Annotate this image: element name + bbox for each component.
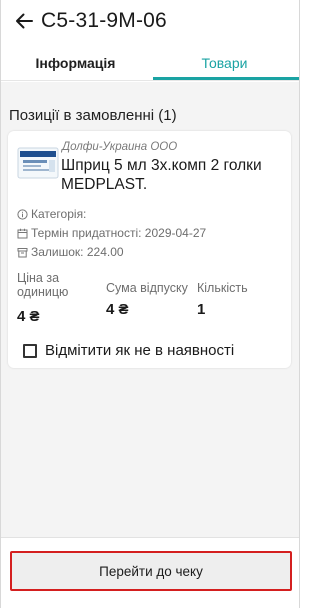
supplier-name: Долфи-Украина ООО xyxy=(62,141,178,153)
category-label: Категорія: xyxy=(31,207,87,221)
product-image xyxy=(17,144,59,182)
unit-price-label: Ціна за одиницю xyxy=(17,271,69,299)
unavailable-checkbox[interactable] xyxy=(23,343,37,358)
unavailable-label: Відмітити як не в наявності xyxy=(45,342,235,359)
expiry-label: Термін придатності: 2029-04-27 xyxy=(31,226,207,240)
quantity-label: Кількість xyxy=(197,281,248,295)
stock-label: Залишок: 224.00 xyxy=(31,245,124,259)
unit-price-value: 4 ₴ xyxy=(17,308,40,325)
category-row: Категорія: xyxy=(17,207,86,221)
unavailable-toggle-row[interactable]: Відмітити як не в наявності xyxy=(23,342,234,359)
tab-information[interactable]: Інформація xyxy=(1,50,150,80)
tab-bar: Інформація Товари xyxy=(1,50,299,80)
sum-label: Сума відпуску xyxy=(106,281,188,295)
page-title: С5-31-9М-06 xyxy=(41,9,167,32)
info-icon xyxy=(17,208,28,220)
order-item-card: Долфи-Украина ООО Шприц 5 мл 3х.комп 2 г… xyxy=(8,131,291,368)
divider xyxy=(1,80,299,81)
expiry-row: Термін придатності: 2029-04-27 xyxy=(17,226,206,240)
product-name: Шприц 5 мл 3х.комп 2 голки MEDPLAST. xyxy=(61,157,262,193)
box-icon xyxy=(17,247,28,258)
sum-value: 4 ₴ xyxy=(106,301,129,318)
calendar-icon xyxy=(17,228,28,239)
quantity-value: 1 xyxy=(197,301,206,318)
arrow-left-icon[interactable] xyxy=(11,8,37,34)
tab-goods[interactable]: Товари xyxy=(150,50,299,80)
section-title: Позиції в замовленні (1) xyxy=(9,107,177,124)
stock-row: Залишок: 224.00 xyxy=(17,245,124,259)
app-bar: С5-31-9М-06 Інформація Товари xyxy=(1,0,299,82)
go-to-receipt-button[interactable]: Перейти до чеку xyxy=(10,551,292,591)
